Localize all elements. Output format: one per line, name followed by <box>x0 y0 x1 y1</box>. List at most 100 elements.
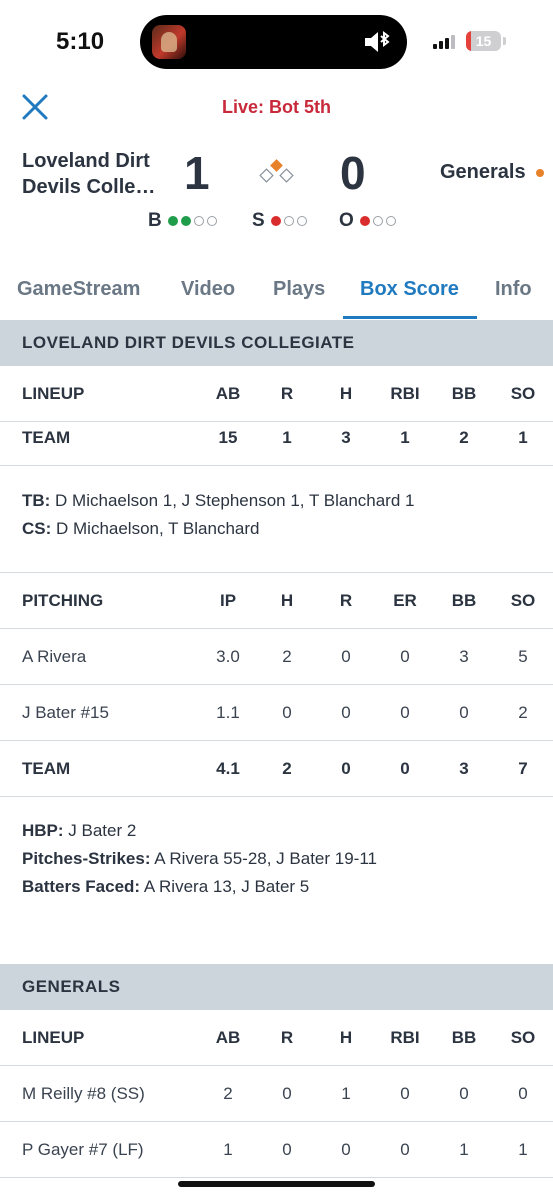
second-base <box>270 159 283 172</box>
count-dot-empty <box>206 216 217 226</box>
cell-stat: 1 <box>459 1140 469 1159</box>
cell-stat: 1 <box>223 1140 233 1159</box>
cell-stat: H <box>280 591 294 610</box>
home-section-title: GENERALS <box>22 977 121 996</box>
strikes-count: S <box>252 210 310 232</box>
tab-plays[interactable]: Plays <box>273 278 325 301</box>
bases-diamond-icon <box>259 159 294 183</box>
away-batting-notes: TB: D Michaelson 1, J Stephenson 1, T Bl… <box>22 487 414 543</box>
note-batters-faced: Batters Faced: A Rivera 13, J Bater 5 <box>22 877 310 896</box>
away-pitching-team-row: TEAM 4.1 2 0 0 3 7 <box>0 741 553 797</box>
tab-info[interactable]: Info <box>495 278 532 301</box>
possession-indicator <box>536 169 544 177</box>
cell-name: LINEUP <box>22 384 85 403</box>
pitcher-row[interactable]: J Bater #15 1.1 0 0 0 0 2 <box>0 685 553 741</box>
away-section-header: LOVELAND DIRT DEVILS COLLEGIATE <box>0 320 553 366</box>
cell-stat: BB <box>451 384 477 403</box>
cell-stat: 1 <box>341 1084 351 1103</box>
cell-stat: 0 <box>282 1140 292 1159</box>
cell-stat: 0 <box>400 647 410 666</box>
cell-stat: R <box>339 591 353 610</box>
cell-name: A Rivera <box>22 647 87 666</box>
home-indicator[interactable] <box>178 1181 375 1187</box>
dynamic-island[interactable] <box>140 15 407 69</box>
cell-stat: 1 <box>518 428 528 447</box>
count-dot-empty <box>193 216 204 226</box>
home-lineup-header: LINEUP AB R H RBI BB SO <box>0 1010 553 1066</box>
cell-stat: R <box>280 384 294 403</box>
count-dot-empty <box>372 216 383 226</box>
cell-stat: 2 <box>282 759 292 778</box>
strikes-label: S <box>252 210 265 231</box>
note-tb: TB: D Michaelson 1, J Stephenson 1, T Bl… <box>22 491 415 510</box>
count-dot-filled <box>270 216 281 226</box>
cell-stat: 1 <box>400 428 410 447</box>
cell-stat: 0 <box>400 1084 410 1103</box>
status-time: 5:10 <box>56 28 105 55</box>
cell-stat: RBI <box>390 1028 420 1047</box>
cell-stat: SO <box>510 1028 536 1047</box>
cell-stat: 0 <box>341 1140 351 1159</box>
battery-icon: 15 <box>466 31 501 51</box>
cell-stat: 0 <box>341 647 351 666</box>
cell-stat: 0 <box>282 1084 292 1103</box>
note-cs: CS: D Michaelson, T Blanchard <box>22 519 260 538</box>
away-team-name: Loveland Dirt Devils Colle… <box>22 150 156 198</box>
first-base <box>279 168 294 183</box>
cell-stat: 4.1 <box>216 759 240 778</box>
away-section-title: LOVELAND DIRT DEVILS COLLEGIATE <box>22 333 355 352</box>
cell-stat: H <box>339 384 353 403</box>
cell-stat: ER <box>393 591 417 610</box>
balls-count: B <box>148 210 220 232</box>
cell-stat: AB <box>215 384 241 403</box>
cell-stat: 7 <box>518 759 528 778</box>
third-base <box>259 168 274 183</box>
cell-stat: SO <box>510 384 536 403</box>
cell-stat: AB <box>215 1028 241 1047</box>
note-hbp: HBP: J Bater 2 <box>22 821 137 840</box>
cell-stat: 0 <box>459 703 469 722</box>
cell-stat: SO <box>510 591 536 610</box>
away-pitching-header: PITCHING IP H R ER BB SO <box>0 573 553 629</box>
live-status: Live: Bot 5th <box>221 97 331 117</box>
tab-box-score[interactable]: Box Score <box>360 278 459 301</box>
home-section-header: GENERALS <box>0 964 553 1010</box>
cell-name: M Reilly #8 (SS) <box>22 1084 145 1103</box>
cell-stat: IP <box>219 591 237 610</box>
cell-stat: 5 <box>518 647 528 666</box>
cell-name: TEAM <box>22 428 71 447</box>
cell-stat: 1.1 <box>216 703 240 722</box>
cell-stat: 3.0 <box>216 647 240 666</box>
tab-video[interactable]: Video <box>181 278 235 301</box>
tab-bar: GameStream Video Plays Box Score Info <box>0 270 553 320</box>
cell-name: P Gayer #7 (LF) <box>22 1140 144 1159</box>
now-playing-artwork[interactable] <box>152 25 186 59</box>
count-dot-filled <box>359 216 370 226</box>
tab-gamestream[interactable]: GameStream <box>17 278 140 301</box>
outs-label: O <box>339 210 354 231</box>
count-dot-empty <box>296 216 307 226</box>
cell-name: J Bater #15 <box>22 703 109 722</box>
away-lineup-team-row: TEAM 15 1 3 1 2 1 <box>0 422 553 466</box>
cell-stat: BB <box>451 1028 477 1047</box>
pitcher-row[interactable]: A Rivera 3.0 2 0 0 3 5 <box>0 629 553 685</box>
away-lineup-header: LINEUP AB R H RBI BB SO <box>0 366 553 422</box>
note-pitches-strikes: Pitches-Strikes: A Rivera 55-28, J Bater… <box>22 849 377 868</box>
batter-row[interactable]: P Gayer #7 (LF) 1 0 0 0 1 1 <box>0 1122 553 1178</box>
audio-output-icon[interactable] <box>363 29 391 55</box>
cell-stat: 3 <box>341 428 351 447</box>
batter-row[interactable]: M Reilly #8 (SS) 2 0 1 0 0 0 <box>0 1066 553 1122</box>
cell-stat: 2 <box>223 1084 233 1103</box>
cell-stat: 0 <box>400 703 410 722</box>
cell-stat: 0 <box>341 703 351 722</box>
active-tab-indicator <box>343 316 477 319</box>
cell-stat: 0 <box>400 1140 410 1159</box>
cell-stat: 2 <box>518 703 528 722</box>
cell-stat: 0 <box>282 703 292 722</box>
count-dot-filled <box>180 216 191 226</box>
cell-stat: 0 <box>400 759 410 778</box>
cell-name: TEAM <box>22 759 71 778</box>
cell-stat: 0 <box>518 1084 528 1103</box>
cellular-signal-icon <box>433 35 459 49</box>
status-bar: 5:10 15 <box>0 0 553 84</box>
